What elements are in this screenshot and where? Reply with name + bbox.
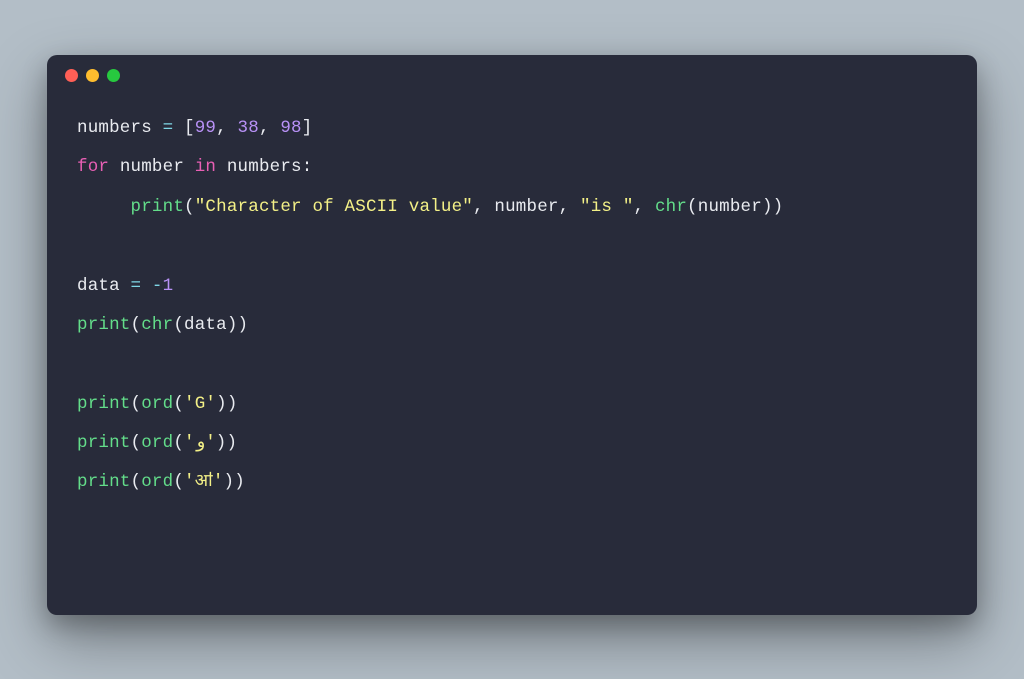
string-literal: 'و' xyxy=(184,433,216,453)
comma: , xyxy=(259,118,280,138)
space xyxy=(184,157,195,177)
paren-close: ) xyxy=(227,433,238,453)
paren-close: ) xyxy=(216,433,227,453)
keyword-for: for xyxy=(77,157,109,177)
paren-close: ) xyxy=(227,394,238,414)
number-literal: 99 xyxy=(195,118,216,138)
paren-open: ( xyxy=(687,197,698,217)
builtin-ord: ord xyxy=(141,394,173,414)
code-line: print(ord('و')) xyxy=(77,433,237,453)
comma: , xyxy=(473,197,494,217)
paren-open: ( xyxy=(173,472,184,492)
identifier: data xyxy=(77,276,120,296)
builtin-ord: ord xyxy=(141,472,173,492)
code-line: for number in numbers: xyxy=(77,157,312,177)
string-literal: "Character of ASCII value" xyxy=(195,197,473,217)
number-literal: 1 xyxy=(163,276,174,296)
paren-close: ) xyxy=(216,394,227,414)
code-line: numbers = [99, 38, 98] xyxy=(77,118,312,138)
number-literal: 98 xyxy=(280,118,301,138)
code-block: numbers = [99, 38, 98] for number in num… xyxy=(47,95,977,523)
paren-open: ( xyxy=(131,315,142,335)
paren-close: ) xyxy=(227,315,238,335)
builtin-ord: ord xyxy=(141,433,173,453)
operator-minus: - xyxy=(152,276,163,296)
bracket-close: ] xyxy=(302,118,313,138)
paren-open: ( xyxy=(173,433,184,453)
string-literal: 'ॴ' xyxy=(184,472,224,492)
string-literal: "is " xyxy=(580,197,634,217)
operator-equals: = xyxy=(152,118,184,138)
window-titlebar xyxy=(47,55,977,95)
identifier: number xyxy=(698,197,762,217)
operator-equals: = xyxy=(120,276,152,296)
close-icon[interactable] xyxy=(65,69,78,82)
code-window: numbers = [99, 38, 98] for number in num… xyxy=(47,55,977,615)
builtin-print: print xyxy=(77,315,131,335)
paren-open: ( xyxy=(184,197,195,217)
identifier: number xyxy=(120,157,184,177)
paren-open: ( xyxy=(131,472,142,492)
code-line: data = -1 xyxy=(77,276,173,296)
paren-open: ( xyxy=(173,315,184,335)
string-literal: 'G' xyxy=(184,394,216,414)
indent xyxy=(77,197,131,217)
paren-close: ) xyxy=(234,472,245,492)
identifier: numbers xyxy=(227,157,302,177)
zoom-icon[interactable] xyxy=(107,69,120,82)
colon: : xyxy=(302,157,313,177)
code-line: print(ord('G')) xyxy=(77,394,238,414)
paren-open: ( xyxy=(131,433,142,453)
code-line: print(ord('ॴ')) xyxy=(77,472,245,492)
comma: , xyxy=(216,118,237,138)
identifier: number xyxy=(494,197,558,217)
builtin-print: print xyxy=(77,433,131,453)
comma: , xyxy=(634,197,655,217)
builtin-chr: chr xyxy=(655,197,687,217)
number-literal: 38 xyxy=(238,118,259,138)
builtin-chr: chr xyxy=(141,315,173,335)
paren-close: ) xyxy=(224,472,235,492)
paren-open: ( xyxy=(131,394,142,414)
identifier: data xyxy=(184,315,227,335)
builtin-print: print xyxy=(77,394,131,414)
minimize-icon[interactable] xyxy=(86,69,99,82)
space xyxy=(216,157,227,177)
keyword-in: in xyxy=(195,157,216,177)
builtin-print: print xyxy=(131,197,185,217)
paren-close: ) xyxy=(762,197,773,217)
space xyxy=(109,157,120,177)
code-line: print("Character of ASCII value", number… xyxy=(77,197,783,217)
comma: , xyxy=(559,197,580,217)
code-line: print(chr(data)) xyxy=(77,315,248,335)
identifier: numbers xyxy=(77,118,152,138)
builtin-print: print xyxy=(77,472,131,492)
paren-open: ( xyxy=(173,394,184,414)
paren-close: ) xyxy=(773,197,784,217)
paren-close: ) xyxy=(238,315,249,335)
bracket-open: [ xyxy=(184,118,195,138)
